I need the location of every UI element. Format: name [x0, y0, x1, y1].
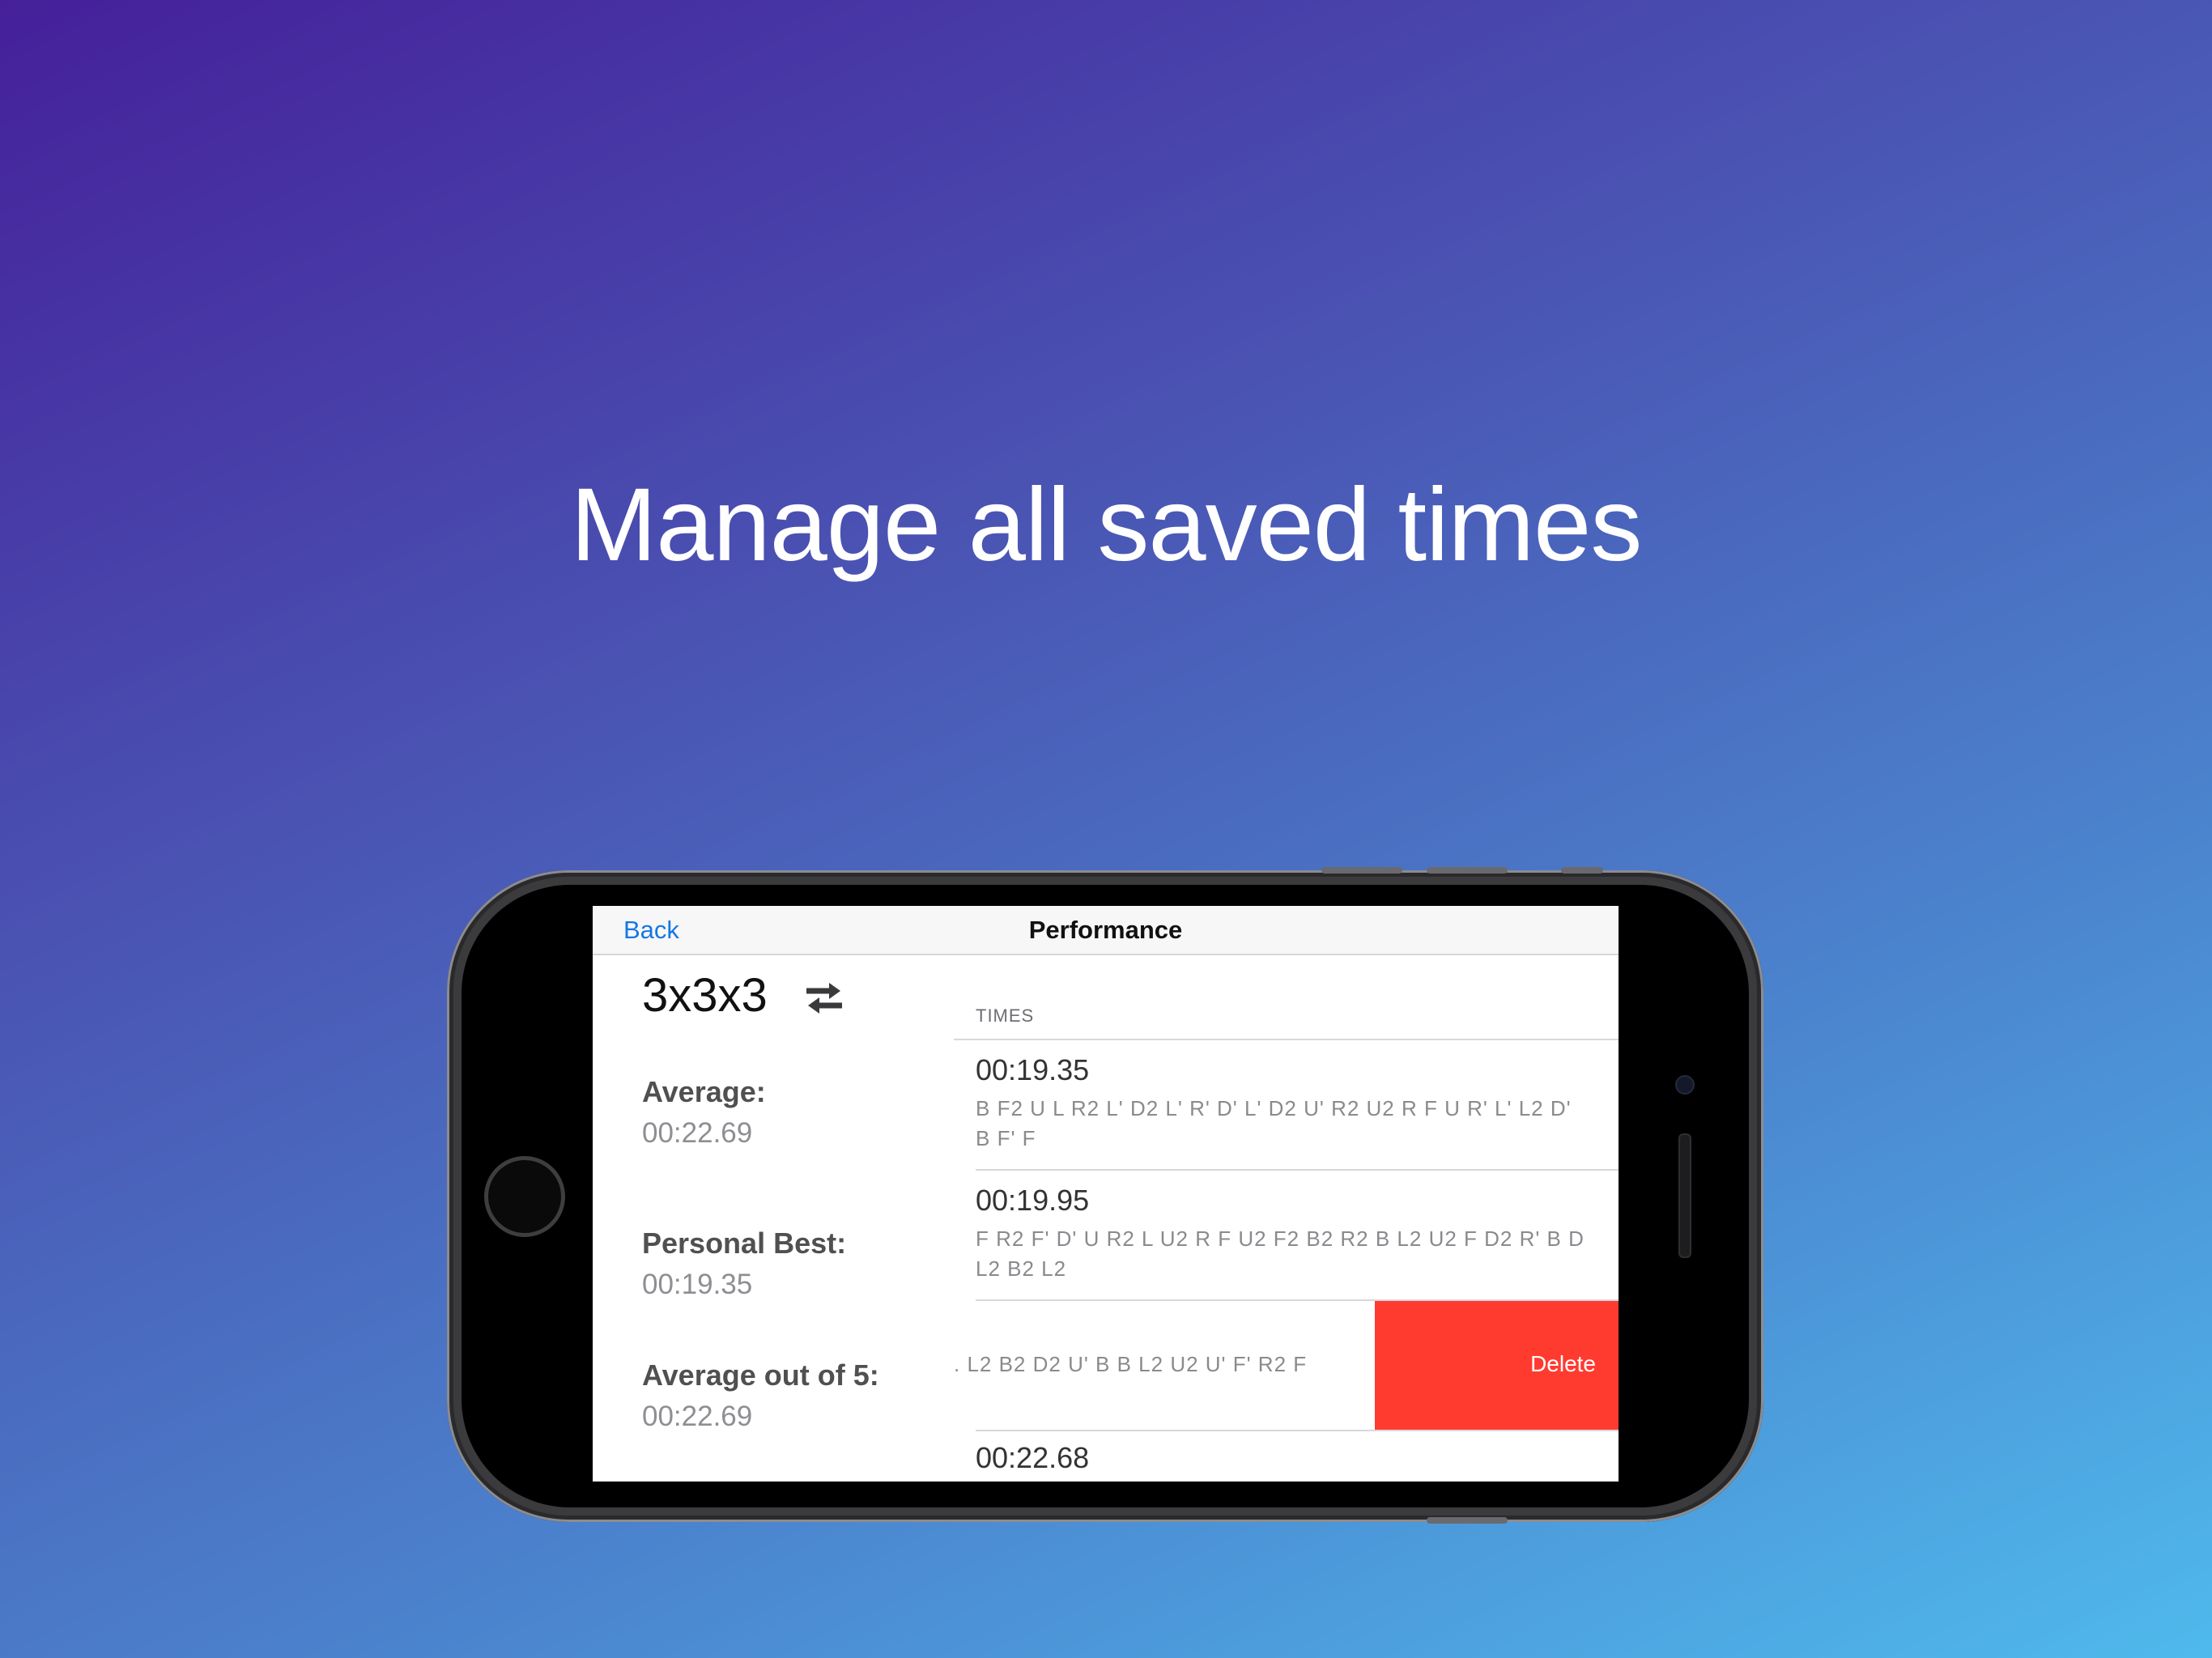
- times-section-header: TIMES: [976, 1005, 1035, 1026]
- delete-button[interactable]: Delete: [1375, 1301, 1619, 1430]
- stats-panel: 3x3x3 Average: 00:22.69 Personal Best: 0…: [593, 955, 955, 1482]
- volume-button: [1321, 867, 1402, 874]
- puzzle-name: 3x3x3: [642, 969, 768, 1022]
- time-value: 00:22.68: [976, 1441, 1090, 1474]
- personal-best-label: Personal Best:: [642, 1226, 847, 1260]
- average-of-5-value: 00:22.69: [642, 1401, 753, 1432]
- average-value: 00:22.69: [642, 1117, 753, 1149]
- nav-title: Performance: [1028, 916, 1183, 944]
- time-row[interactable]: 00:19.95 F R2 F' D' U R2 L U2 R F U2 F2 …: [954, 1171, 1619, 1301]
- mute-switch: [1561, 867, 1603, 874]
- home-button[interactable]: [484, 1156, 565, 1237]
- app-screen: Back Performance 3x3x3 Average: 00:22.69…: [593, 906, 1619, 1482]
- swap-arrows-icon[interactable]: [803, 980, 845, 1017]
- average-label: Average:: [642, 1075, 766, 1108]
- scramble-text: F R2 F' D' U R2 L U2 R F U2 F2 B2 R2 B L…: [976, 1226, 1585, 1281]
- volume-button: [1427, 867, 1508, 874]
- power-button: [1427, 1517, 1508, 1524]
- time-row[interactable]: 00:22.68: [954, 1431, 1619, 1482]
- time-row[interactable]: 00:19.35 B F2 U L R2 L' D2 L' R' D' L' D…: [954, 1040, 1619, 1171]
- time-value: 00:19.95: [976, 1184, 1090, 1217]
- speaker-grille: [1678, 1133, 1691, 1258]
- scramble-text: B F2 U L R2 L' D2 L' R' D' L' D2 U' R2 U…: [976, 1096, 1572, 1150]
- navigation-bar: Back Performance: [593, 906, 1619, 955]
- time-value: 00:19.35: [976, 1053, 1090, 1086]
- delete-label: Delete: [1530, 1351, 1596, 1376]
- camera-icon: [1675, 1075, 1695, 1095]
- average-of-5-label: Average out of 5:: [642, 1358, 879, 1392]
- personal-best-value: 00:19.35: [642, 1269, 753, 1300]
- headline: Manage all saved times: [570, 467, 1643, 583]
